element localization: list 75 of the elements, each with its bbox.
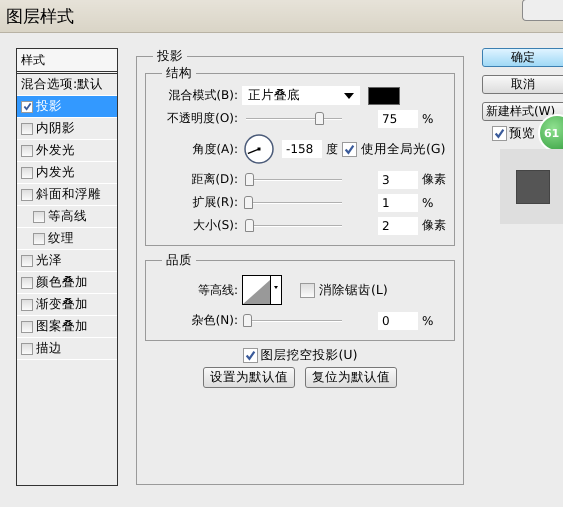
default-button[interactable]: 设置为默认值 bbox=[203, 367, 295, 388]
checkbox[interactable] bbox=[33, 210, 45, 222]
field-label: 不透明度(O): bbox=[166, 110, 238, 127]
group-title: 结构 bbox=[165, 65, 193, 82]
checkbox[interactable] bbox=[21, 100, 33, 112]
slider-thumb[interactable] bbox=[244, 172, 254, 186]
angle-dial[interactable] bbox=[244, 134, 274, 164]
dialog-button[interactable]: 取消 bbox=[482, 75, 563, 94]
caret-icon bbox=[344, 92, 354, 98]
preview-swatch bbox=[516, 170, 550, 204]
style-item[interactable]: 渐变叠加 bbox=[17, 294, 117, 316]
checkbox-label: 图层挖空投影(U) bbox=[260, 347, 358, 364]
angle-field[interactable]: -158 bbox=[282, 140, 322, 158]
slider-thumb[interactable] bbox=[243, 314, 252, 326]
list-header: 样式 bbox=[17, 49, 117, 74]
field-label: 等高线: bbox=[196, 282, 238, 298]
unit-label: % bbox=[422, 314, 434, 328]
field-label: 距离(D): bbox=[190, 171, 238, 188]
field-label: 扩展(R): bbox=[191, 194, 238, 211]
unit-label: 度 bbox=[326, 140, 338, 158]
checkbox-label: 预览 bbox=[509, 124, 535, 142]
style-item[interactable]: 斜面和浮雕 bbox=[17, 184, 117, 206]
checkbox[interactable] bbox=[21, 276, 33, 288]
style-item[interactable]: 光泽 bbox=[17, 250, 117, 272]
slider-thumb[interactable] bbox=[244, 196, 253, 208]
style-item[interactable]: 外发光 bbox=[17, 140, 117, 162]
caret-icon bbox=[270, 276, 281, 304]
slider-thumb[interactable] bbox=[315, 112, 324, 124]
field-label: 角度(A): bbox=[191, 140, 238, 158]
group-title: 品质 bbox=[165, 252, 193, 269]
opacity-field[interactable]: 75 bbox=[378, 110, 418, 128]
field-label: 大小(S): bbox=[192, 217, 238, 234]
checkbox[interactable] bbox=[21, 166, 33, 178]
unit-label: % bbox=[422, 112, 434, 126]
field-label: 杂色(N): bbox=[190, 312, 238, 329]
style-item[interactable]: 图案叠加 bbox=[17, 316, 117, 338]
group-title: 投影 bbox=[156, 48, 184, 65]
unit-label: % bbox=[422, 196, 434, 210]
checkbox[interactable] bbox=[492, 126, 507, 140]
checkbox[interactable] bbox=[21, 298, 33, 310]
checkbox-label: 使用全局光(G) bbox=[361, 140, 446, 158]
unit-label: 像素 bbox=[422, 171, 446, 188]
value-field[interactable]: 2 bbox=[378, 216, 418, 234]
value-field[interactable]: 1 bbox=[378, 194, 418, 212]
style-item[interactable]: 纹理 bbox=[17, 228, 117, 250]
dialog-button[interactable]: 确定 bbox=[482, 48, 563, 67]
contour-curve-icon bbox=[243, 280, 270, 304]
style-item[interactable]: 内阴影 bbox=[17, 118, 117, 140]
checkbox[interactable] bbox=[21, 254, 33, 266]
style-item[interactable]: 内发光 bbox=[17, 162, 117, 184]
checkbox[interactable] bbox=[21, 342, 33, 354]
style-item[interactable]: 颜色叠加 bbox=[17, 272, 117, 294]
checkbox[interactable] bbox=[300, 282, 315, 298]
noise-field[interactable]: 0 bbox=[378, 312, 418, 330]
window-title: 图层样式 bbox=[5, 6, 74, 28]
default-button[interactable]: 复位为默认值 bbox=[305, 367, 397, 388]
checkbox[interactable] bbox=[21, 320, 33, 332]
checkbox[interactable] bbox=[21, 122, 33, 134]
checkbox[interactable] bbox=[342, 142, 357, 156]
checkbox[interactable] bbox=[21, 144, 33, 156]
dialog-button[interactable]: 新建样式(W) bbox=[482, 102, 563, 121]
checkbox[interactable] bbox=[242, 348, 258, 363]
style-item[interactable]: 描边 bbox=[17, 338, 117, 360]
field-label: 混合模式(B): bbox=[167, 87, 238, 104]
unit-label: 像素 bbox=[422, 217, 446, 234]
checkbox[interactable] bbox=[21, 188, 33, 200]
blend-mode-dropdown[interactable]: 正片叠底 bbox=[242, 86, 360, 105]
contour-picker[interactable] bbox=[242, 275, 282, 305]
close-button[interactable] bbox=[522, 0, 563, 21]
style-item[interactable]: 等高线 bbox=[17, 206, 117, 228]
checkbox[interactable] bbox=[33, 232, 45, 244]
value-field[interactable]: 3 bbox=[378, 170, 418, 188]
slider-thumb[interactable] bbox=[244, 218, 254, 232]
checkbox-label: 消除锯齿(L) bbox=[319, 282, 388, 298]
color-swatch[interactable] bbox=[368, 86, 400, 104]
